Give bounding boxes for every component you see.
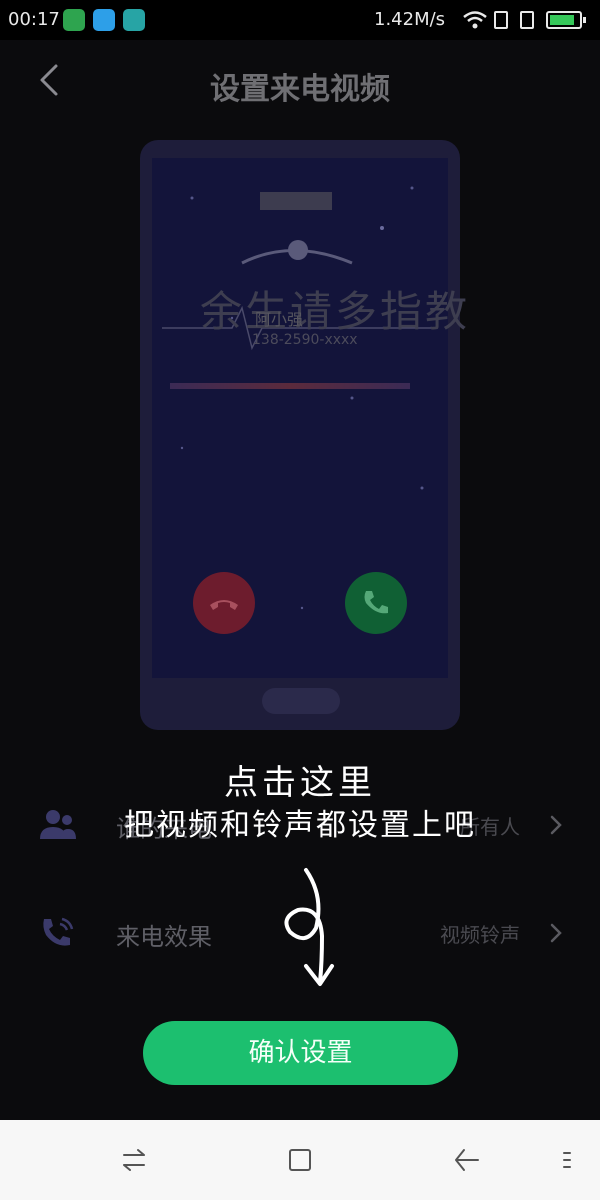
phone-icon — [364, 591, 388, 614]
tip-line-1: 点击这里 — [224, 763, 376, 803]
switch-icon[interactable] — [120, 1146, 148, 1174]
chevron-right-icon — [550, 923, 562, 943]
hand-drawn-arrow-icon — [284, 868, 334, 986]
accept-call-button — [345, 572, 407, 634]
sim-icon — [494, 11, 508, 29]
app-notification-icon — [93, 9, 115, 31]
hangup-icon — [210, 600, 238, 610]
confirm-settings-button[interactable]: 确认设置 — [143, 1021, 458, 1085]
status-time: 00:17 — [8, 9, 60, 30]
status-bar: 00:17 1.42M/s — [0, 0, 600, 40]
setting-label: 来电效果 — [116, 923, 212, 951]
phone-ring-icon — [43, 917, 74, 946]
back-arrow-icon[interactable] — [452, 1146, 480, 1174]
header: 设置来电视频 — [0, 40, 600, 120]
setting-value: 视频铃声 — [440, 923, 520, 947]
battery-icon — [546, 11, 586, 29]
caller-number: 138-2590-xxxx — [252, 332, 358, 348]
home-square-icon[interactable] — [286, 1146, 314, 1174]
ticker-bar — [170, 383, 410, 389]
caller-name: 阿小强 — [255, 310, 304, 329]
overlay-text: 余生请多指教 — [200, 287, 471, 336]
network-speed: 1.42M/s — [374, 9, 446, 30]
tip-line-2: 把视频和铃声都设置上吧 — [124, 808, 476, 843]
caller-name-placeholder — [260, 192, 332, 210]
decline-call-button — [193, 572, 255, 634]
page-title: 设置来电视频 — [210, 72, 390, 107]
menu-icon[interactable] — [556, 1146, 584, 1174]
app-notification-icon — [63, 9, 85, 31]
system-nav-bar — [0, 1120, 600, 1200]
phone-home-button — [262, 688, 340, 714]
wifi-icon — [463, 11, 487, 29]
usb-icon — [123, 9, 145, 31]
sim-icon — [520, 11, 534, 29]
